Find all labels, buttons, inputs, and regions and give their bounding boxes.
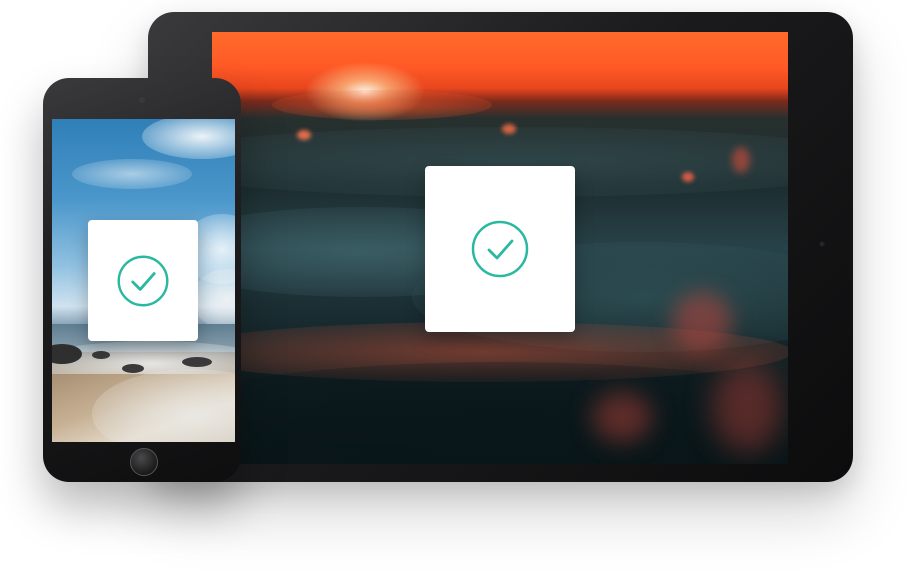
check-circle-icon: [115, 253, 171, 309]
phone-home-button: [130, 448, 158, 476]
check-circle-icon: [470, 219, 530, 279]
tablet-check-card: [425, 166, 575, 332]
phone-camera: [139, 97, 145, 103]
tablet-camera: [819, 241, 825, 247]
phone-check-card: [88, 220, 198, 341]
